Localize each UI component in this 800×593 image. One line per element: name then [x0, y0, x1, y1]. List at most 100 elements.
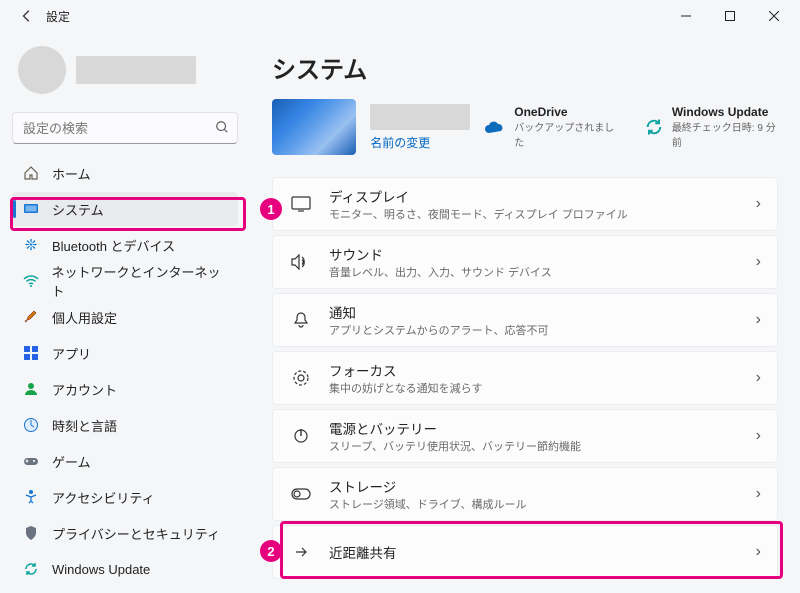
card-focus[interactable]: フォーカス集中の妨げとなる通知を減らす › [272, 351, 778, 405]
home-icon [22, 164, 40, 182]
back-button[interactable] [18, 7, 36, 25]
onedrive-sub: バックアップされました [514, 119, 615, 149]
page-title: システム [272, 50, 778, 85]
card-title: サウンド [329, 244, 756, 264]
sidebar-item-label: システム [52, 200, 104, 219]
sidebar-item-accounts[interactable]: アカウント [12, 372, 238, 406]
chevron-right-icon: › [756, 311, 761, 329]
update-icon [22, 560, 40, 578]
bluetooth-icon: ❊ [22, 236, 40, 254]
chevron-right-icon: › [756, 369, 761, 387]
game-icon [22, 452, 40, 470]
sidebar-item-network[interactable]: ネットワークとインターネット [12, 264, 238, 298]
update-sub: 最終チェック日時: 9 分前 [672, 119, 778, 149]
card-sub: 音量レベル、出力、入力、サウンド デバイス [329, 264, 756, 280]
card-storage[interactable]: ストレージストレージ領域、ドライブ、構成ルール › [272, 467, 778, 521]
card-power[interactable]: 電源とバッテリースリープ、バッテリ使用状況、バッテリー節約機能 › [272, 409, 778, 463]
apps-icon [22, 344, 40, 362]
avatar [18, 46, 66, 94]
card-sub: モニター、明るさ、夜間モード、ディスプレイ プロファイル [329, 206, 756, 222]
card-title: フォーカス [329, 360, 756, 380]
update-tile-icon [643, 116, 664, 138]
annotation-badge-1: 1 [260, 198, 282, 220]
card-title: ストレージ [329, 476, 756, 496]
sidebar-item-accessibility[interactable]: アクセシビリティ [12, 480, 238, 514]
wifi-icon [22, 272, 39, 290]
card-title: 近距離共有 [329, 542, 756, 562]
back-icon [20, 9, 34, 23]
sidebar-item-label: Windows Update [52, 562, 150, 577]
power-icon [289, 424, 313, 448]
sidebar-item-time-lang[interactable]: 時刻と言語 [12, 408, 238, 442]
close-icon [769, 11, 779, 21]
device-thumbnail[interactable] [272, 99, 356, 155]
search-icon [215, 120, 229, 139]
search-input[interactable] [12, 112, 238, 144]
update-tile[interactable]: Windows Update最終チェック日時: 9 分前 [643, 105, 778, 149]
accessibility-icon [22, 488, 40, 506]
onedrive-icon [484, 116, 506, 138]
card-title: 通知 [329, 302, 756, 322]
bell-icon [289, 308, 313, 332]
display-icon [289, 192, 313, 216]
brush-icon [22, 308, 40, 326]
settings-list: ディスプレイモニター、明るさ、夜間モード、ディスプレイ プロファイル › サウン… [272, 177, 778, 579]
card-sub: スリープ、バッテリ使用状況、バッテリー節約機能 [329, 438, 756, 454]
sidebar-item-system[interactable]: システム [12, 192, 238, 226]
system-header-row: 名前の変更 OneDriveバックアップされました Windows Update… [272, 99, 778, 155]
sidebar-item-apps[interactable]: アプリ [12, 336, 238, 370]
card-title: ディスプレイ [329, 186, 756, 206]
sidebar-item-label: ネットワークとインターネット [51, 262, 228, 300]
card-display[interactable]: ディスプレイモニター、明るさ、夜間モード、ディスプレイ プロファイル › [272, 177, 778, 231]
minimize-icon [681, 11, 691, 21]
profile-name-redacted [76, 56, 196, 84]
sidebar-item-update[interactable]: Windows Update [12, 552, 238, 586]
sidebar-item-label: 時刻と言語 [52, 416, 117, 435]
card-sub: ストレージ領域、ドライブ、構成ルール [329, 496, 756, 512]
sidebar-item-label: プライバシーとセキュリティ [52, 524, 220, 543]
onedrive-title: OneDrive [514, 105, 615, 119]
settings-window: 設定 ホーム システム ❊ Bluetooth とデバイス [0, 0, 800, 593]
sidebar-item-personalization[interactable]: 個人用設定 [12, 300, 238, 334]
maximize-button[interactable] [708, 1, 752, 31]
card-notifications[interactable]: 通知アプリとシステムからのアラート、応答不可 › [272, 293, 778, 347]
sidebar-item-label: ホーム [52, 164, 91, 183]
sidebar-item-label: ゲーム [52, 452, 91, 471]
device-name-redacted [370, 104, 470, 130]
sidebar-item-gaming[interactable]: ゲーム [12, 444, 238, 478]
focus-icon [289, 366, 313, 390]
maximize-icon [725, 11, 735, 21]
sidebar-item-label: アプリ [52, 344, 91, 363]
sidebar: ホーム システム ❊ Bluetooth とデバイス ネットワークとインターネット… [0, 32, 250, 593]
window-title: 設定 [46, 8, 70, 25]
search-box [12, 112, 238, 144]
chevron-right-icon: › [756, 253, 761, 271]
sidebar-item-privacy[interactable]: プライバシーとセキュリティ [12, 516, 238, 550]
chevron-right-icon: › [756, 485, 761, 503]
account-icon [22, 380, 40, 398]
minimize-button[interactable] [664, 1, 708, 31]
sidebar-item-home[interactable]: ホーム [12, 156, 238, 190]
card-nearby-share[interactable]: 近距離共有 › [272, 525, 778, 579]
shield-icon [22, 524, 40, 542]
annotation-badge-2: 2 [260, 540, 282, 562]
sidebar-item-label: 個人用設定 [52, 308, 117, 327]
clock-globe-icon [22, 416, 40, 434]
chevron-right-icon: › [756, 427, 761, 445]
card-title: 電源とバッテリー [329, 418, 756, 438]
rename-link[interactable]: 名前の変更 [370, 134, 470, 151]
nav: ホーム システム ❊ Bluetooth とデバイス ネットワークとインターネット… [12, 156, 238, 586]
chevron-right-icon: › [756, 543, 761, 561]
card-sound[interactable]: サウンド音量レベル、出力、入力、サウンド デバイス › [272, 235, 778, 289]
share-icon [289, 540, 313, 564]
close-button[interactable] [752, 1, 796, 31]
onedrive-tile[interactable]: OneDriveバックアップされました [484, 105, 615, 149]
system-icon [22, 200, 40, 218]
profile-block[interactable] [12, 42, 238, 108]
sidebar-item-label: アクセシビリティ [52, 488, 155, 507]
storage-icon [289, 482, 313, 506]
titlebar: 設定 [0, 0, 800, 32]
sidebar-item-bluetooth[interactable]: ❊ Bluetooth とデバイス [12, 228, 238, 262]
sidebar-item-label: Bluetooth とデバイス [52, 236, 175, 255]
card-sub: アプリとシステムからのアラート、応答不可 [329, 322, 756, 338]
